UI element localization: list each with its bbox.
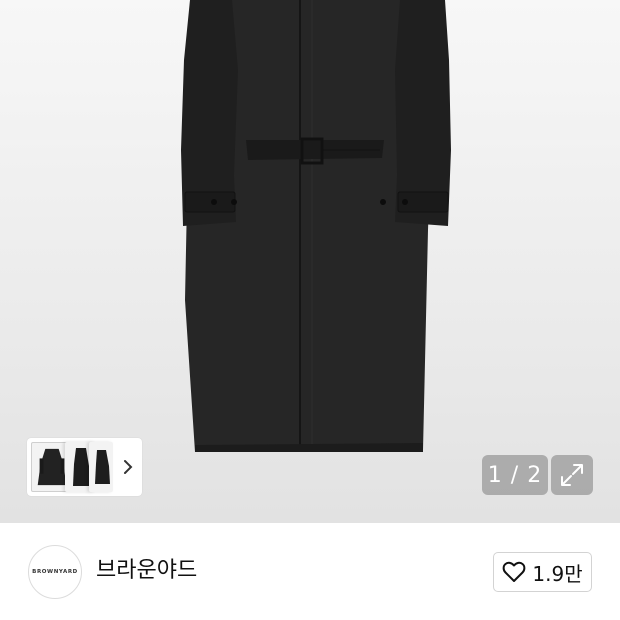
product-image-gallery[interactable]: 1 / 2 (0, 0, 620, 523)
chevron-right-icon[interactable] (120, 456, 136, 478)
expand-arrows-icon (561, 464, 583, 486)
brand-name[interactable]: 브라운야드 (96, 556, 197, 586)
thumbnail-coat-back[interactable] (89, 442, 113, 492)
heart-outline-icon (503, 561, 526, 582)
expand-button[interactable] (551, 455, 593, 495)
seller-bar: BROWNYARD 브라운야드 1.9만 (0, 523, 620, 620)
page-counter: 1 / 2 (482, 455, 548, 495)
brand-logo-text: BROWNYARD (32, 569, 78, 575)
thumbnail-strip[interactable] (27, 438, 142, 496)
like-button[interactable]: 1.9만 (493, 552, 592, 592)
brand-avatar[interactable]: BROWNYARD (28, 545, 82, 599)
like-count: 1.9만 (532, 561, 583, 586)
